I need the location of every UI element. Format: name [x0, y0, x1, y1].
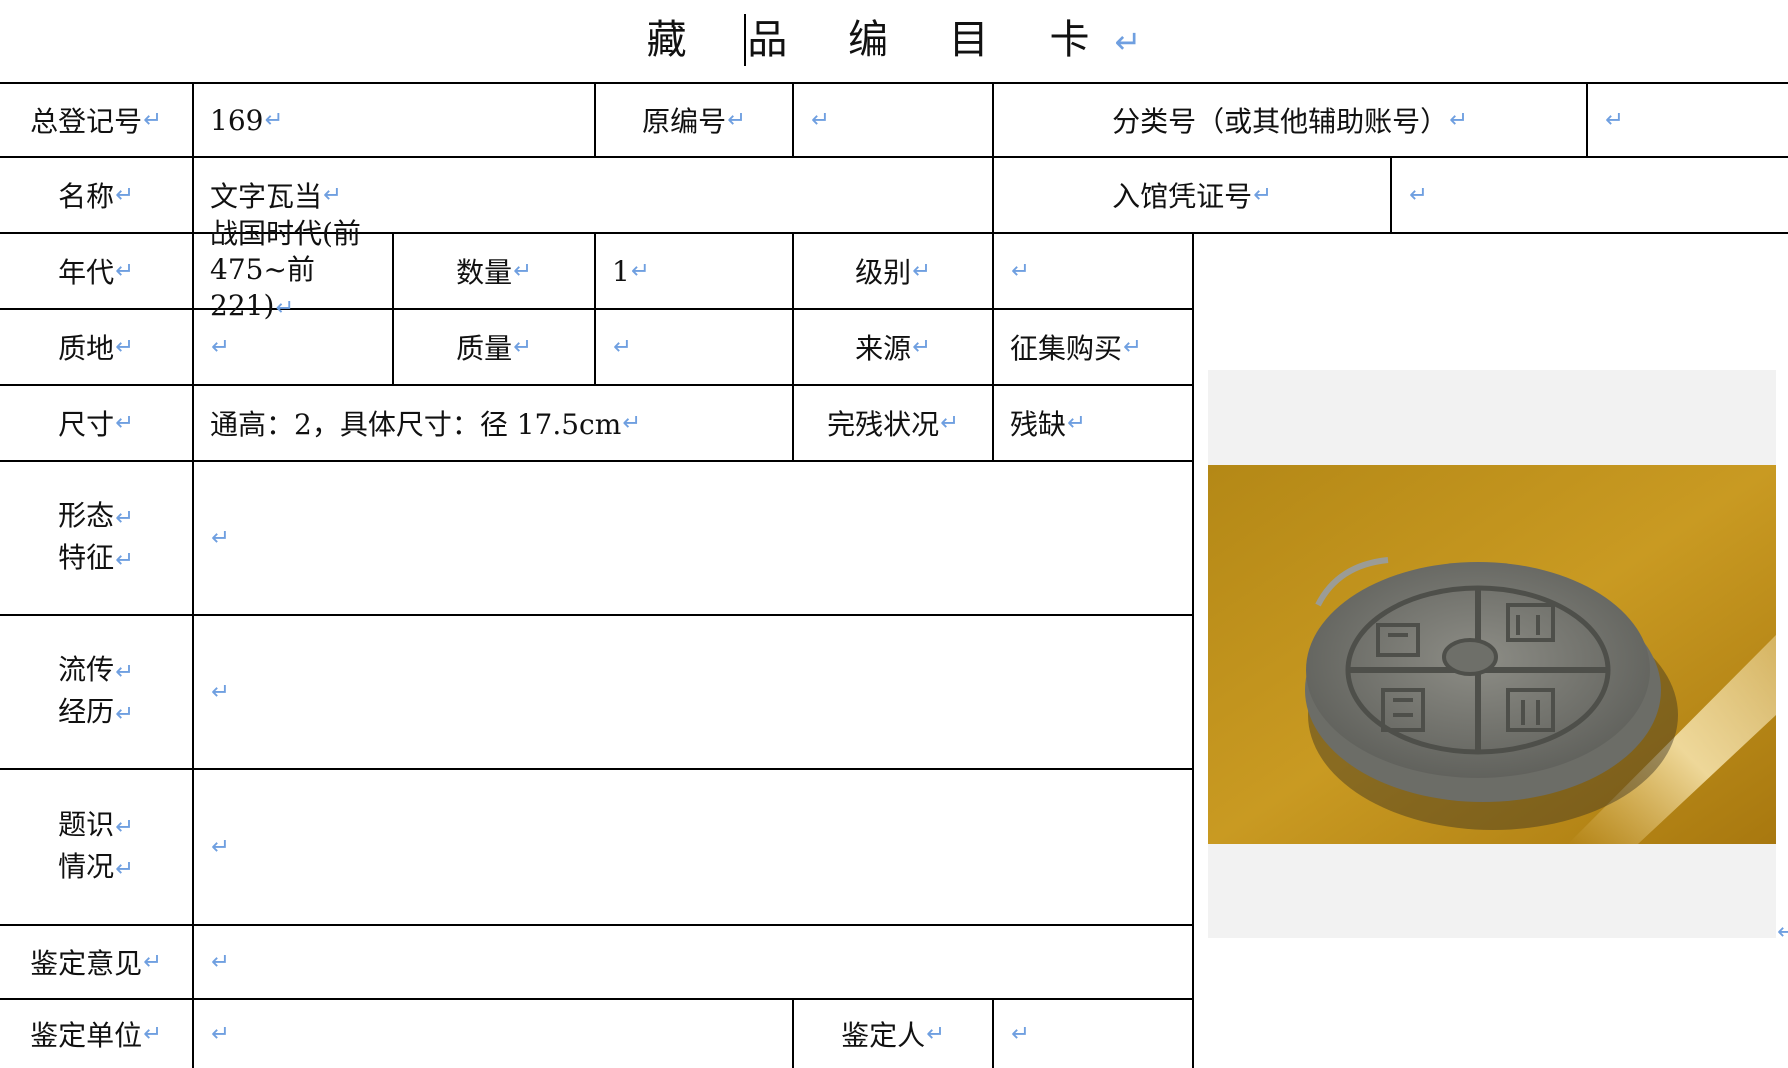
- source-label: 来源: [794, 310, 992, 384]
- return-mark-icon: [1449, 107, 1468, 133]
- era-value[interactable]: 战国时代(前 475~前 221): [194, 217, 392, 322]
- inscription-label-line1: 题识: [58, 805, 134, 847]
- return-mark-icon: [1776, 920, 1788, 944]
- appraisal-unit-label: 鉴定单位: [0, 1000, 192, 1068]
- form-features-label-line1: 形态: [58, 496, 134, 538]
- weight-value[interactable]: [596, 310, 792, 384]
- return-mark-icon: [211, 1021, 230, 1047]
- return-mark-icon: [912, 334, 931, 360]
- source-value[interactable]: 征集购买: [994, 310, 1192, 384]
- total-reg-value[interactable]: 169: [194, 84, 594, 156]
- return-mark-icon: [1011, 1021, 1030, 1047]
- return-mark-icon: [115, 814, 134, 840]
- grade-label: 级别: [794, 234, 992, 308]
- return-mark-icon: [1123, 334, 1142, 360]
- size-label: 尺寸: [0, 386, 192, 460]
- rule: [1192, 232, 1194, 1068]
- size-value[interactable]: 通高：2，具体尺寸：径 17.5cm: [194, 386, 792, 460]
- return-mark-icon: [912, 258, 931, 284]
- grade-value[interactable]: [994, 234, 1192, 308]
- return-mark-icon: [1605, 107, 1624, 133]
- return-mark-icon: [513, 258, 532, 284]
- appraisal-unit-value[interactable]: [194, 1000, 792, 1068]
- form-features-value[interactable]: [194, 462, 1192, 614]
- return-mark-icon: [115, 659, 134, 685]
- return-mark-icon: [211, 525, 230, 551]
- return-mark-icon: [264, 107, 283, 133]
- era-value-line1: 战国时代(前: [210, 217, 361, 250]
- qty-value[interactable]: 1: [596, 234, 792, 308]
- return-mark-icon: [926, 1021, 945, 1047]
- provenance-label-line2: 经历: [58, 692, 134, 734]
- inscription-label-line2: 情况: [58, 847, 134, 889]
- condition-value[interactable]: 残缺: [994, 386, 1192, 460]
- return-mark-icon: [1115, 23, 1142, 61]
- return-mark-icon: [115, 334, 134, 360]
- provenance-label-line1: 流传: [58, 650, 134, 692]
- voucher-value[interactable]: [1392, 158, 1788, 232]
- return-mark-icon: [115, 505, 134, 531]
- provenance-value[interactable]: [194, 616, 1192, 768]
- return-mark-icon: [631, 258, 650, 284]
- class-no-value[interactable]: [1588, 84, 1788, 156]
- return-mark-icon: [143, 1021, 162, 1047]
- return-mark-icon: [1011, 258, 1030, 284]
- return-mark-icon: [211, 679, 230, 705]
- return-mark-icon: [211, 834, 230, 860]
- total-reg-label: 总登记号: [0, 84, 192, 156]
- return-mark-icon: [143, 949, 162, 975]
- return-mark-icon: [940, 410, 959, 436]
- return-mark-icon: [513, 334, 532, 360]
- return-mark-icon: [1067, 410, 1086, 436]
- provenance-label: 流传经历: [0, 616, 192, 768]
- return-mark-icon: [613, 334, 632, 360]
- return-mark-icon: [1253, 182, 1272, 208]
- return-mark-icon: [143, 107, 162, 133]
- material-value[interactable]: [194, 310, 392, 384]
- condition-label: 完残状况: [794, 386, 992, 460]
- form-features-label: 形态特征: [0, 462, 192, 614]
- era-label: 年代: [0, 234, 192, 308]
- return-mark-icon: [115, 547, 134, 573]
- form-features-label-line2: 特征: [58, 538, 134, 580]
- return-mark-icon: [115, 410, 134, 436]
- inscription-label: 题识情况: [0, 770, 192, 924]
- return-mark-icon: [622, 410, 641, 436]
- class-no-label: 分类号（或其他辅助账号）: [994, 84, 1586, 156]
- roof-tile-image: [1208, 465, 1776, 844]
- qty-label: 数量: [394, 234, 594, 308]
- page-title: 藏 品 编 目 卡: [0, 10, 1788, 70]
- orig-no-label: 原编号: [596, 84, 792, 156]
- appraiser-value[interactable]: [994, 1000, 1192, 1068]
- return-mark-icon: [211, 949, 230, 975]
- return-mark-icon: [115, 701, 134, 727]
- inscription-value[interactable]: [194, 770, 1192, 924]
- return-mark-icon: [211, 334, 230, 360]
- return-mark-icon: [1409, 182, 1428, 208]
- return-mark-icon: [115, 856, 134, 882]
- weight-label: 质量: [394, 310, 594, 384]
- material-label: 质地: [0, 310, 192, 384]
- return-mark-icon: [811, 107, 830, 133]
- return-mark-icon: [115, 258, 134, 284]
- appraiser-label: 鉴定人: [794, 1000, 992, 1068]
- artifact-photo[interactable]: [1208, 465, 1776, 844]
- return-mark-icon: [727, 107, 746, 133]
- return-mark-icon: [115, 182, 134, 208]
- orig-no-value[interactable]: [794, 84, 992, 156]
- name-label: 名称: [0, 158, 192, 232]
- appraisal-opinion-label: 鉴定意见: [0, 926, 192, 998]
- appraisal-opinion-value[interactable]: [194, 926, 1192, 998]
- return-mark-icon: [323, 182, 342, 208]
- voucher-label: 入馆凭证号: [994, 158, 1390, 232]
